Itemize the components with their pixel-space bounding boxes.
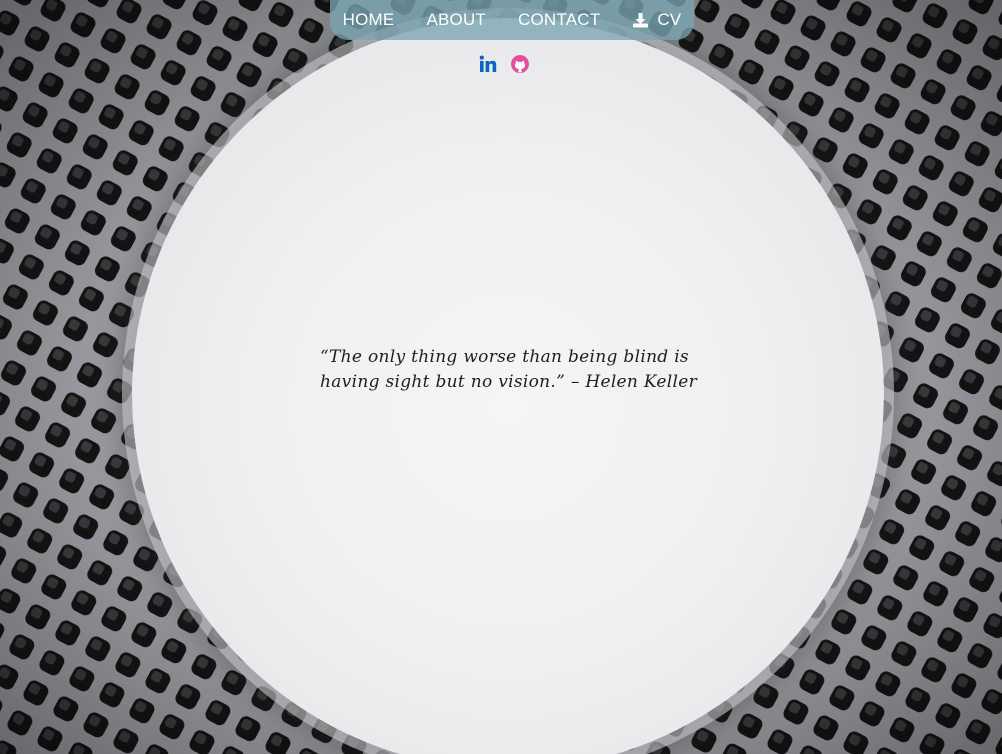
nav-about-label: ABOUT bbox=[426, 10, 487, 29]
page: HOME ABOUT CONTACT CV “The only thing wo… bbox=[0, 0, 1002, 754]
nav-about-link[interactable]: ABOUT bbox=[410, 0, 502, 40]
nav-contact-label: CONTACT bbox=[518, 10, 601, 29]
download-icon bbox=[633, 13, 649, 28]
linkedin-icon bbox=[479, 55, 497, 72]
nav-cv-download-link[interactable]: CV bbox=[616, 0, 697, 40]
quote-text: “The only thing worse than being blind i… bbox=[320, 347, 698, 392]
nav-home-link[interactable]: HOME bbox=[327, 0, 411, 40]
github-link[interactable] bbox=[510, 54, 530, 74]
nav-contact-link[interactable]: CONTACT bbox=[502, 0, 616, 40]
top-navigation: HOME ABOUT CONTACT CV bbox=[330, 0, 694, 40]
nav-home-label: HOME bbox=[342, 10, 395, 29]
social-links bbox=[478, 54, 530, 74]
nav-cv-label: CV bbox=[657, 10, 682, 29]
linkedin-link[interactable] bbox=[478, 54, 498, 74]
github-icon bbox=[511, 55, 529, 73]
